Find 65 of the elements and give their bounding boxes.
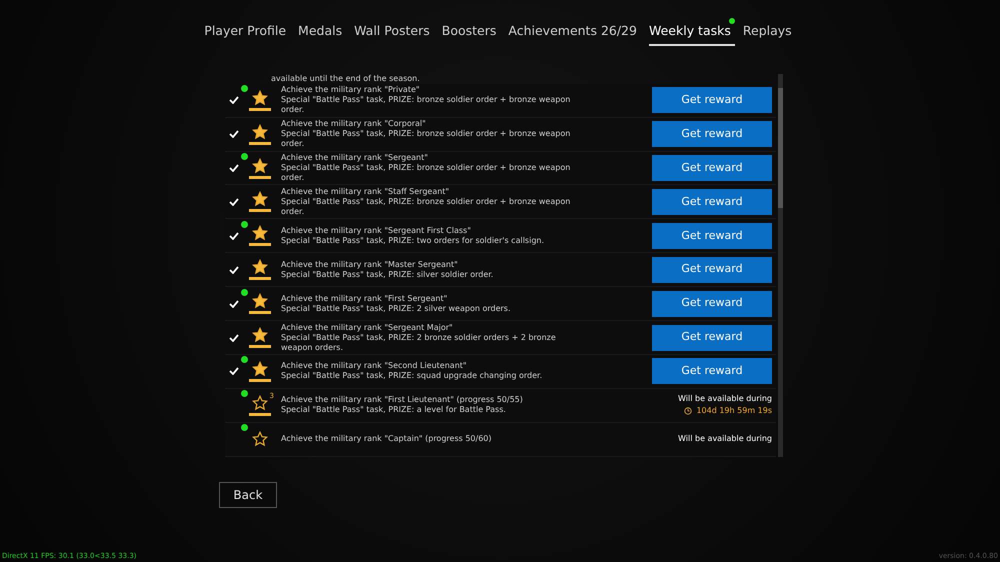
star-outline-icon (252, 394, 268, 411)
get-reward-button[interactable]: Get reward (652, 87, 772, 114)
rank-bar (249, 243, 271, 246)
task-title: Achieve the military rank "Private" (281, 85, 421, 96)
get-reward-button[interactable]: Get reward (652, 155, 772, 182)
tab[interactable]: Replays (742, 18, 796, 46)
task-description: Special "Battle Pass" task, PRIZE: two orders for soldier's callsign. (281, 236, 546, 246)
rank-bar (249, 378, 271, 382)
tab[interactable]: Achievements 26/29 (508, 18, 641, 46)
tab[interactable]: Boosters (442, 18, 500, 46)
rank-bar (249, 277, 271, 280)
get-reward-button[interactable]: Get reward (652, 121, 772, 148)
task-title: Achieve the military rank "Corporal" (281, 119, 427, 130)
rank-bar (249, 176, 271, 179)
star-icon (252, 225, 268, 242)
task-description: Special "Battle Pass" task, PRIZE: 2 bronze soldier orders + 2 bronze weapon orders. (281, 332, 557, 353)
star-icon (252, 158, 268, 174)
get-reward-button[interactable]: Get reward (652, 222, 772, 249)
rank-bar (249, 142, 271, 145)
star-icon (252, 293, 268, 310)
star-icon (252, 259, 268, 276)
availability-text: Will be available during (678, 393, 772, 406)
rank-bar (249, 311, 271, 314)
rank-bar (249, 209, 271, 212)
scrollbar[interactable] (778, 74, 783, 457)
task-title: Achieve the military rank "First Sergeant" (281, 294, 448, 304)
task-description: Special "Battle Pass" task, PRIZE: bronze soldier order + bronze weapon order. (281, 163, 572, 184)
task-title: Achieve the military rank "Sergeant First Class" (281, 226, 472, 236)
task-description: Special "Battle Pass" task, PRIZE: squad upgrade changing order. (281, 371, 544, 382)
get-reward-button[interactable]: Get reward (652, 188, 772, 215)
task-title: Achieve the military rank "Master Sergeant" (281, 260, 459, 270)
rank-bar (249, 412, 271, 416)
star-icon (252, 124, 268, 140)
task-title: Achieve the military rank "Sergeant" (281, 153, 429, 164)
task-description: Special "Battle Pass" task, PRIZE: 2 silver weapon orders. (281, 304, 512, 314)
task-title: Achieve the military rank "Second Lieutenant" (281, 361, 468, 372)
task-title: Achieve the military rank "Captain" (progress 50/60) (281, 434, 492, 444)
back-button[interactable]: Back (219, 482, 277, 508)
clock-icon (684, 407, 692, 416)
tab[interactable]: Wall Posters (354, 18, 434, 46)
countdown-timer: 104d 19h 59m 19s (696, 405, 772, 418)
task-description: Special "Battle Pass" task, PRIZE: bronze soldier order + bronze weapon order. (281, 95, 572, 116)
task-description: Special "Battle Pass" task, PRIZE: bronze soldier order + bronze weapon order. (281, 196, 572, 217)
task-title: Achieve the military rank "Staff Sergeant" (281, 186, 450, 197)
availability-text: Will be available during (678, 433, 772, 446)
get-reward-button[interactable]: Get reward (652, 256, 772, 283)
rank-bar (249, 108, 271, 111)
task-title: Achieve the military rank "First Lieutenant" (progress 50/55) (281, 395, 524, 406)
get-reward-button[interactable]: Get reward (652, 324, 772, 351)
task-description: available until the end of the season. (271, 74, 421, 84)
star-icon (252, 360, 268, 377)
task-description: Special "Battle Pass" task, PRIZE: bronze soldier order + bronze weapon order. (281, 129, 572, 150)
task-title: Achieve the military rank "Sergeant Major" (281, 322, 454, 333)
task-description: Special "Battle Pass" task, PRIZE: silver soldier order. (281, 270, 494, 280)
get-reward-button[interactable]: Get reward (652, 290, 772, 317)
tab[interactable]: Medals (298, 18, 346, 46)
tab[interactable]: Weekly tasks (648, 18, 735, 46)
star-outline-icon (252, 431, 268, 448)
star-icon (252, 327, 268, 344)
rank-bar (249, 345, 271, 348)
tab[interactable]: Player Profile (204, 18, 290, 46)
star-icon (252, 191, 268, 208)
get-reward-button[interactable]: Get reward (652, 358, 772, 384)
task-description: Special "Battle Pass" task, PRIZE: a level for Battle Pass. (281, 405, 507, 416)
star-icon (252, 90, 268, 106)
